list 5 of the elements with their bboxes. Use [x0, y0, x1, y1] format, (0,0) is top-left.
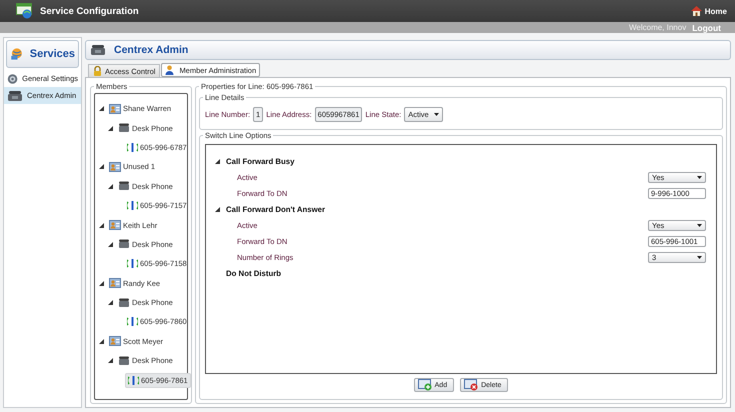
panel-title: Centrex Admin — [114, 44, 188, 56]
services-title: Services — [30, 48, 75, 60]
home-link[interactable]: Home — [690, 6, 727, 16]
welcome-text: Welcome, Innov — [628, 23, 686, 32]
app-title: Service Configuration — [40, 6, 139, 16]
